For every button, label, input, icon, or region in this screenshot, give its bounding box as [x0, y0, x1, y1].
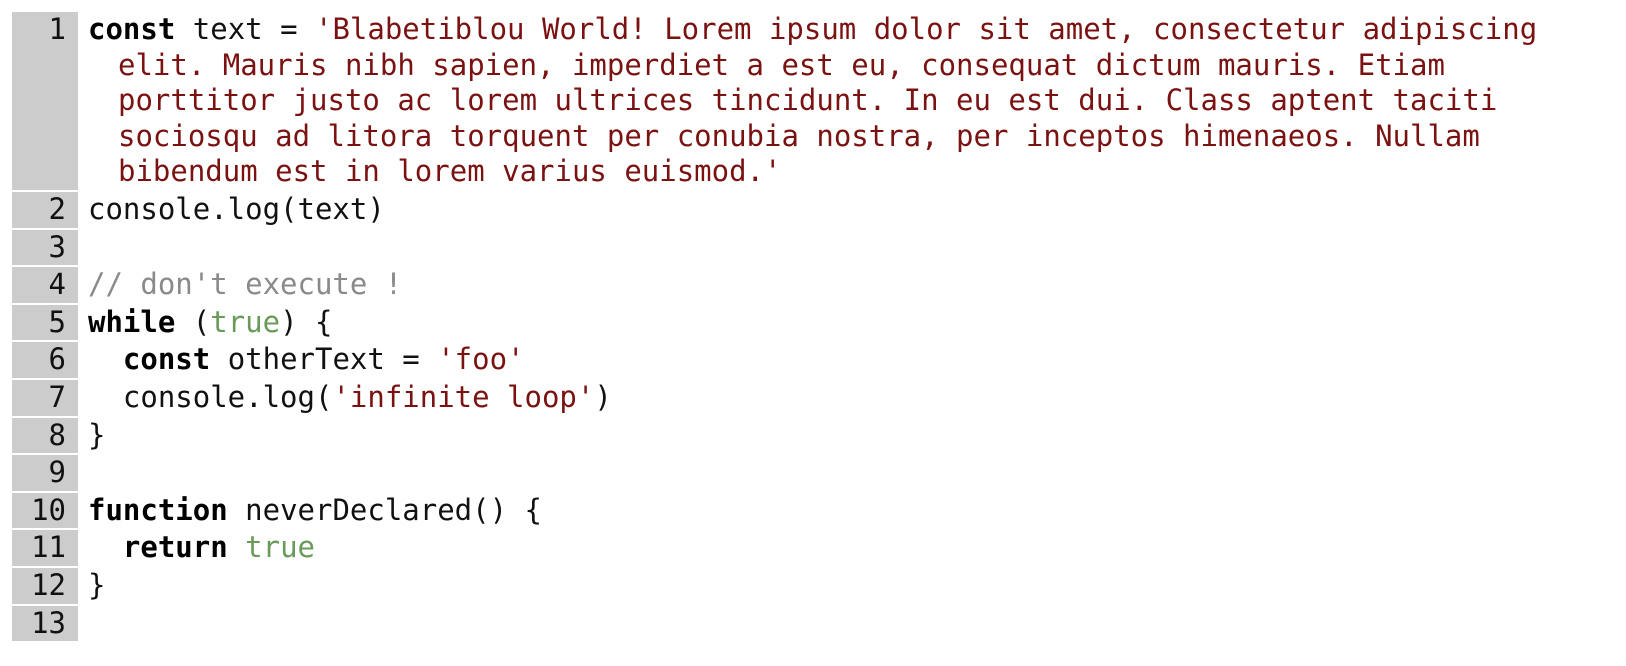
- line-number: 9: [12, 455, 78, 493]
- code-line: 8}: [12, 417, 1612, 456]
- code-content: console.log(text): [78, 192, 1612, 230]
- code-content: }: [78, 568, 1612, 606]
- code-line: 6 const otherText = 'foo': [12, 342, 1612, 380]
- code-line: 12}: [12, 567, 1612, 606]
- code-token: neverDeclared() {: [227, 492, 542, 527]
- code-token: ): [594, 379, 612, 414]
- line-number: 8: [12, 417, 78, 456]
- keyword-token: while: [88, 304, 176, 339]
- string-token: 'foo': [437, 342, 525, 377]
- code-token: (: [175, 304, 211, 339]
- code-line: 10 function neverDeclared() {: [12, 492, 1612, 531]
- code-token: console.log(: [88, 379, 333, 414]
- line-number: 2: [12, 191, 78, 230]
- code-token: ) {: [280, 304, 333, 339]
- code-line: 5 while (true) {: [12, 304, 1612, 343]
- line-number: 12: [12, 567, 78, 606]
- boolean-token: true: [245, 530, 315, 565]
- code-content: [78, 606, 1612, 644]
- keyword-token: return: [122, 530, 228, 565]
- string-token: 'infinite loop': [332, 379, 595, 414]
- code-line: 1 const text = 'Blabetiblou World! Lorem …: [12, 12, 1612, 192]
- line-number: 4: [12, 267, 78, 305]
- code-line: 2 console.log(text): [12, 191, 1612, 230]
- line-number: 1: [12, 12, 78, 192]
- code-content: while (true) {: [78, 305, 1612, 343]
- code-line: 9: [12, 455, 1612, 493]
- code-content: [78, 230, 1612, 268]
- string-token: 'Blabetiblou World! Lorem ipsum dolor si…: [118, 12, 1555, 189]
- code-line: 4 // don't execute !: [12, 267, 1612, 305]
- code-line: 13: [12, 605, 1612, 644]
- line-number: 13: [12, 605, 78, 644]
- keyword-token: function: [88, 492, 228, 527]
- line-number: 3: [12, 229, 78, 268]
- line-number: 11: [12, 530, 78, 568]
- code-token: text =: [175, 12, 315, 46]
- code-token: }: [88, 567, 106, 602]
- code-content: const otherText = 'foo': [78, 342, 1612, 380]
- code-content: console.log('infinite loop'): [78, 380, 1612, 418]
- code-token: console.log(text): [88, 191, 385, 226]
- line-number: 6: [12, 342, 78, 380]
- boolean-token: true: [210, 304, 281, 339]
- line-number: 5: [12, 304, 78, 343]
- keyword-token: const: [88, 12, 176, 46]
- code-content: }: [78, 418, 1612, 456]
- code-viewer: 1 const text = 'Blabetiblou World! Lorem …: [12, 12, 1612, 644]
- line-number: 10: [12, 492, 78, 531]
- code-content: const text = 'Blabetiblou World! Lorem i…: [78, 12, 1612, 192]
- code-content: [78, 455, 1612, 493]
- code-content: function neverDeclared() {: [78, 493, 1612, 531]
- code-token: }: [88, 417, 106, 452]
- code-content: return true: [78, 530, 1612, 568]
- keyword-token: const: [122, 342, 211, 377]
- line-number: 7: [12, 379, 78, 418]
- comment-token: // don't execute !: [88, 267, 403, 302]
- code-content: // don't execute !: [78, 267, 1612, 305]
- code-token: otherText =: [210, 342, 438, 377]
- code-line: 7 console.log('infinite loop'): [12, 379, 1612, 418]
- code-line: 11 return true: [12, 530, 1612, 568]
- code-line: 3: [12, 229, 1612, 268]
